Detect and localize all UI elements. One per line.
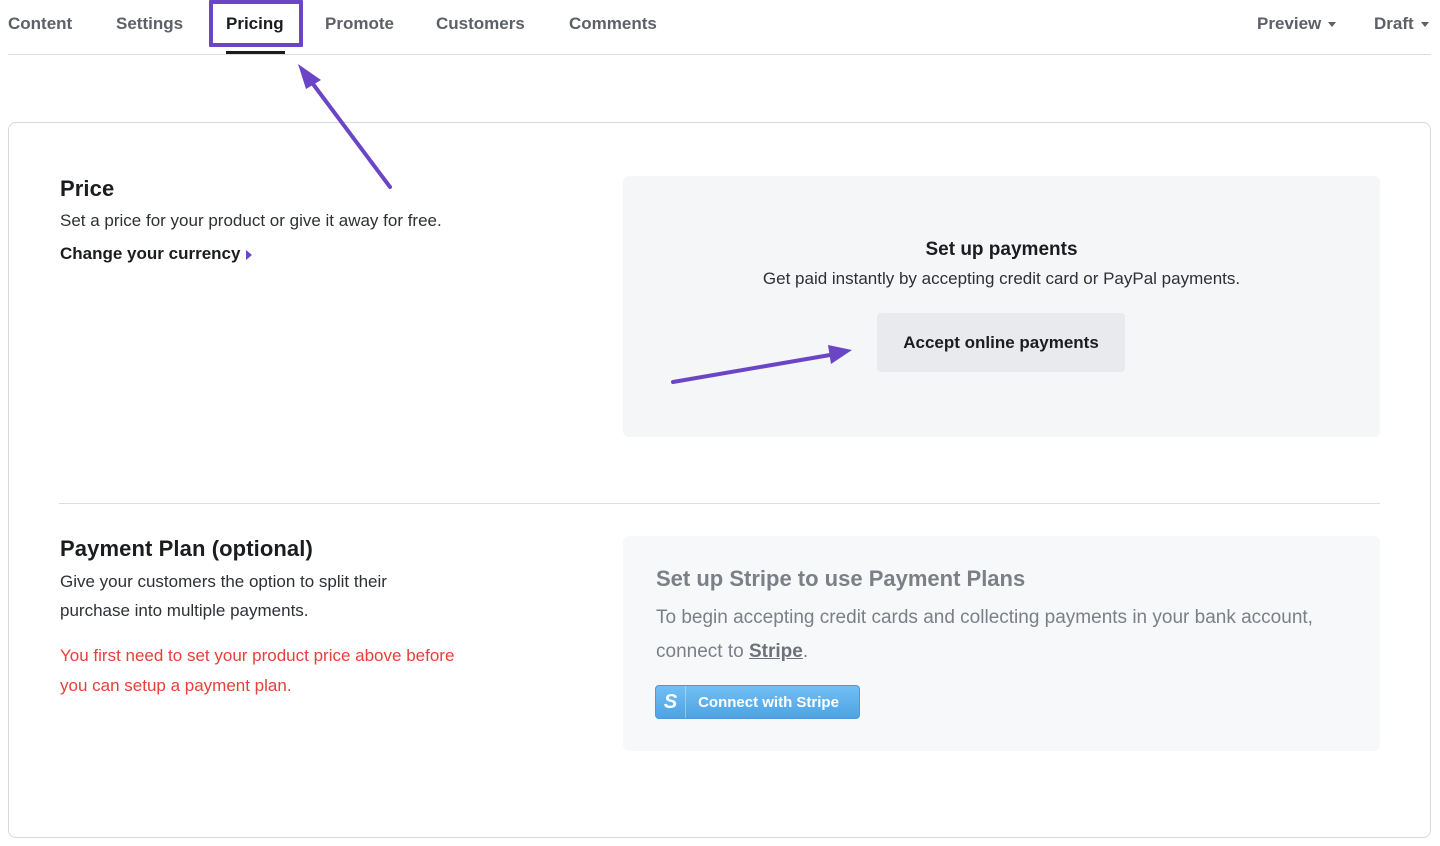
connect-with-stripe-button[interactable]: S Connect with Stripe	[655, 685, 860, 719]
preview-label: Preview	[1257, 14, 1322, 33]
connect-with-stripe-label: Connect with Stripe	[698, 693, 839, 711]
tab-comments[interactable]: Comments	[569, 13, 657, 35]
caret-right-icon	[246, 249, 253, 260]
payment-plan-description: Give your customers the option to split …	[60, 572, 387, 620]
tab-customers[interactable]: Customers	[436, 13, 525, 35]
dropdown-caret-icon	[1420, 22, 1429, 28]
payment-plan-title: Payment Plan (optional)	[60, 536, 313, 561]
nav-divider	[8, 54, 1431, 55]
stripe-description: To begin accepting credit cards and coll…	[656, 601, 1346, 669]
status-dropdown[interactable]: Draft	[1374, 13, 1429, 35]
tab-promote[interactable]: Promote	[325, 13, 394, 35]
price-title: Price	[60, 176, 115, 201]
change-currency-label: Change your currency	[60, 244, 241, 263]
setup-payments-panel	[623, 176, 1380, 437]
tab-settings[interactable]: Settings	[116, 13, 183, 35]
setup-payments-description: Get paid instantly by accepting credit c…	[762, 269, 1241, 288]
dropdown-caret-icon	[1328, 22, 1337, 28]
section-divider	[59, 503, 1380, 504]
stripe-description-end: .	[802, 641, 809, 662]
tab-pricing[interactable]: Pricing	[226, 13, 284, 35]
stripe-s-icon: S	[656, 686, 686, 718]
accept-online-payments-label: Accept online payments	[903, 332, 1099, 352]
stripe-link[interactable]: Stripe	[749, 641, 803, 662]
payment-plan-warning: You first need to set your product price…	[60, 646, 455, 695]
accept-online-payments-button[interactable]: Accept online payments	[877, 313, 1125, 372]
tab-content[interactable]: Content	[8, 13, 72, 35]
status-label: Draft	[1374, 14, 1414, 33]
preview-dropdown[interactable]: Preview	[1257, 13, 1337, 35]
stripe-title: Set up Stripe to use Payment Plans	[656, 566, 1026, 591]
setup-payments-title: Set up payments	[925, 239, 1078, 260]
change-currency-link[interactable]: Change your currency	[60, 244, 253, 264]
top-navigation: Content Settings Pricing Promote Custome…	[0, 0, 1440, 56]
price-description: Set a price for your product or give it …	[60, 211, 442, 230]
